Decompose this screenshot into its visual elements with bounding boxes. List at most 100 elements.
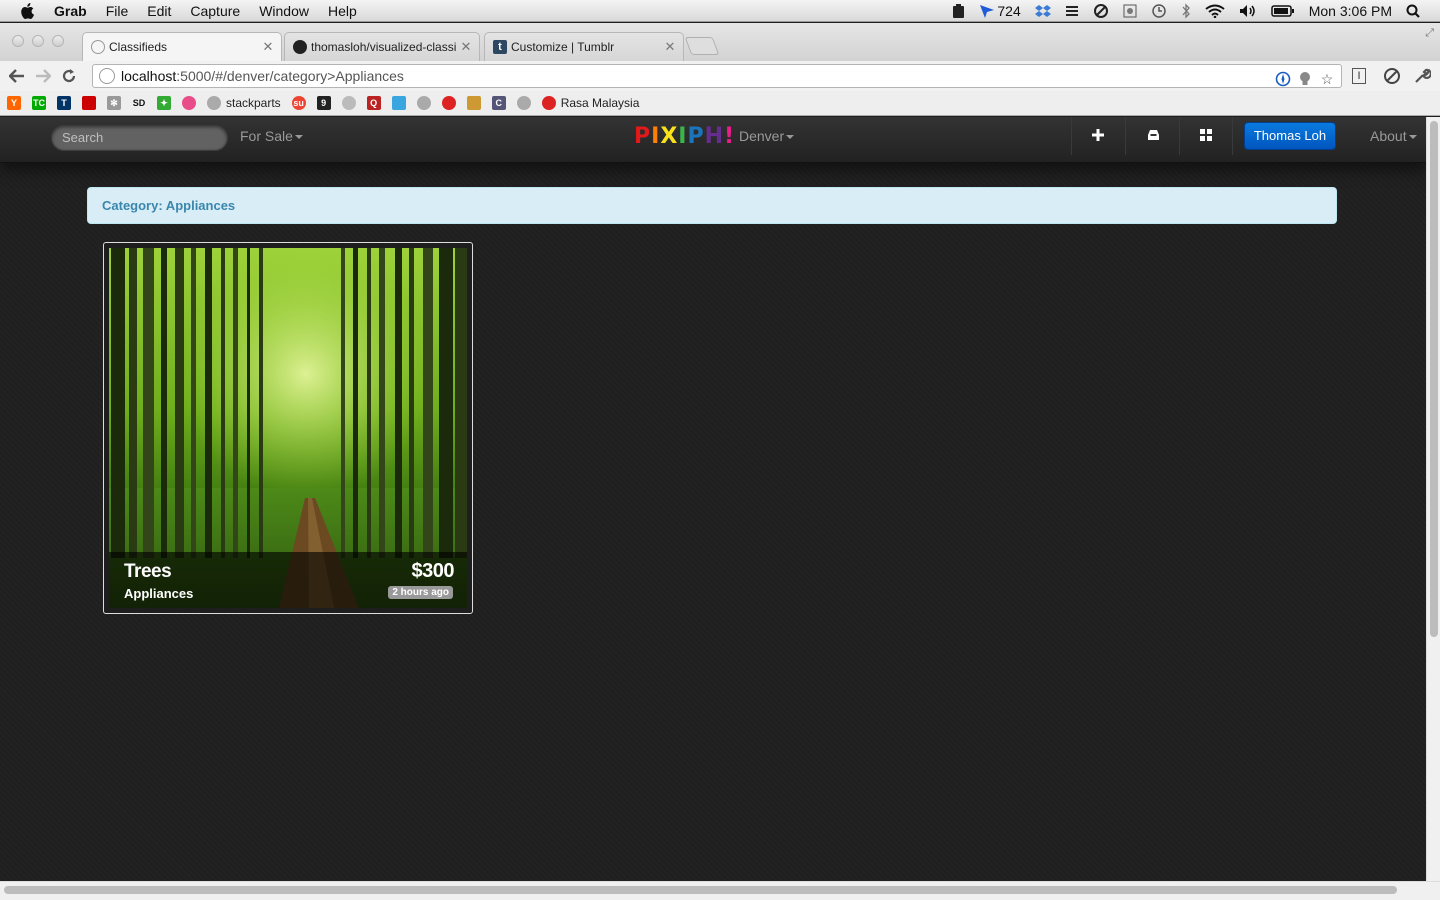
bluetooth-icon[interactable]: [1181, 3, 1191, 19]
star-icon[interactable]: ☆: [1319, 71, 1335, 87]
tab-github[interactable]: thomasloh/visualized-classi ✕: [284, 32, 480, 61]
menu-window[interactable]: Window: [259, 0, 309, 22]
about-label: About: [1370, 128, 1407, 144]
globe-icon: [207, 96, 221, 110]
extension-icon[interactable]: [1383, 67, 1401, 90]
zoom-window-button[interactable]: [52, 35, 64, 47]
tumblr-icon: t: [493, 40, 507, 54]
cursor-count-icon[interactable]: 724: [979, 3, 1021, 19]
tree-trunk: [221, 248, 225, 558]
listing-category[interactable]: Appliances: [124, 586, 193, 601]
user-button[interactable]: Thomas Loh: [1244, 122, 1336, 150]
spotlight-icon[interactable]: [1406, 4, 1420, 18]
close-window-button[interactable]: [12, 35, 24, 47]
for-sale-dropdown[interactable]: For Sale: [240, 117, 303, 155]
tools-icon[interactable]: [1093, 3, 1109, 19]
site-logo[interactable]: PIXIPH!: [634, 125, 735, 149]
vertical-scrollbar[interactable]: [1426, 117, 1440, 881]
minimize-window-button[interactable]: [32, 35, 44, 47]
address-bar[interactable]: localhost:5000/#/denver/category>Applian…: [92, 64, 1342, 88]
compass-icon[interactable]: [1275, 71, 1291, 87]
bookmark-item[interactable]: [182, 96, 196, 110]
battery-icon[interactable]: [1270, 5, 1295, 17]
volume-icon[interactable]: [1239, 4, 1257, 18]
bookmark-item[interactable]: stackparts: [207, 96, 281, 110]
city-label: Denver: [739, 128, 785, 144]
tree-trunk: [175, 248, 184, 558]
scroll-thumb[interactable]: [4, 886, 1397, 894]
fullscreen-icon[interactable]: ⤢: [1425, 27, 1434, 40]
bookmark-item[interactable]: Y: [7, 96, 21, 110]
apple-menu-icon[interactable]: [18, 2, 36, 19]
close-tab-icon[interactable]: ✕: [663, 39, 677, 55]
bookmark-item[interactable]: [341, 96, 356, 110]
search-input[interactable]: Search: [51, 125, 228, 151]
bookmark-item[interactable]: [416, 96, 431, 110]
bookmark-item[interactable]: [441, 96, 456, 110]
plant-icon: ✦: [157, 96, 171, 110]
time-machine-icon[interactable]: [1151, 3, 1167, 19]
menu-app-name[interactable]: Grab: [54, 0, 87, 22]
about-dropdown[interactable]: About: [1370, 117, 1417, 155]
bookmark-item[interactable]: Rasa Malaysia: [541, 96, 640, 110]
listing-card[interactable]: Trees Appliances $300 2 hours ago: [103, 242, 473, 614]
scroll-thumb[interactable]: [1430, 121, 1438, 637]
tab-classifieds[interactable]: Classifieds ✕: [82, 32, 282, 61]
bookmark-item[interactable]: ✻: [107, 96, 121, 110]
bookmark-item[interactable]: [516, 96, 531, 110]
menu-edit[interactable]: Edit: [147, 0, 171, 22]
city-dropdown[interactable]: Denver: [739, 117, 795, 155]
instapaper-icon[interactable]: I: [1352, 68, 1366, 84]
brightness-icon[interactable]: [1123, 4, 1137, 18]
photo-icon: [466, 96, 481, 110]
tree-trunk: [455, 248, 467, 558]
tab-title: Customize | Tumblr: [511, 40, 615, 54]
c-icon: C: [491, 96, 506, 110]
dribbble-icon: [182, 96, 196, 110]
menu-capture[interactable]: Capture: [190, 0, 240, 22]
clipboard-icon[interactable]: [952, 3, 965, 19]
plus-icon[interactable]: [1090, 127, 1106, 143]
horizontal-scrollbar[interactable]: [0, 881, 1440, 900]
bookmark-item[interactable]: 9: [316, 96, 331, 110]
new-tab-button[interactable]: [684, 37, 720, 55]
bookmark-label: Rasa Malaysia: [560, 96, 640, 110]
menu-help[interactable]: Help: [328, 0, 357, 22]
bookmark-item[interactable]: C: [491, 96, 506, 110]
wrench-icon[interactable]: [1413, 67, 1432, 90]
bookmark-item[interactable]: ✦: [157, 96, 171, 110]
reload-icon[interactable]: [58, 65, 80, 87]
lightbulb-icon[interactable]: [1297, 71, 1313, 87]
menu-file[interactable]: File: [106, 0, 129, 22]
bookmark-item[interactable]: SD: [132, 96, 146, 110]
close-tab-icon[interactable]: ✕: [459, 39, 473, 55]
bookmark-item[interactable]: TC: [32, 96, 46, 110]
chevron-down-icon: [1408, 135, 1417, 140]
bookmark-item[interactable]: [466, 96, 481, 110]
nav-divider: [1071, 117, 1072, 155]
listing-photo[interactable]: Trees Appliances $300 2 hours ago: [109, 248, 467, 608]
tab-tumblr[interactable]: t Customize | Tumblr ✕: [484, 32, 684, 61]
bookmark-item[interactable]: Q: [366, 96, 381, 110]
tree-trunk: [341, 248, 345, 558]
notification-count: 724: [997, 3, 1021, 19]
inbox-icon[interactable]: [1145, 127, 1161, 143]
grid-icon[interactable]: [1198, 127, 1214, 143]
site-navbar: Search For Sale PIXIPH! Denver Thomas Lo…: [0, 117, 1426, 163]
browser-tabstrip: Classifieds ✕ thomasloh/visualized-class…: [0, 23, 1440, 61]
bookmark-item[interactable]: T: [57, 96, 71, 110]
back-icon[interactable]: [6, 65, 28, 87]
forward-icon[interactable]: [32, 65, 54, 87]
url-path: :5000/#/denver/category>Appliances: [176, 68, 404, 84]
dropbox-icon[interactable]: [1034, 4, 1051, 18]
close-tab-icon[interactable]: ✕: [261, 39, 275, 55]
mask-icon: [416, 96, 431, 110]
bookmark-item[interactable]: su: [291, 96, 306, 110]
bookmark-item[interactable]: [82, 96, 96, 110]
tree-trunk: [205, 248, 212, 558]
lightning-icon[interactable]: [1065, 4, 1079, 18]
listing-title[interactable]: Trees: [124, 561, 172, 583]
clock[interactable]: Mon 3:06 PM: [1309, 3, 1392, 19]
bookmark-item[interactable]: [391, 96, 406, 110]
wifi-icon[interactable]: [1205, 4, 1225, 18]
